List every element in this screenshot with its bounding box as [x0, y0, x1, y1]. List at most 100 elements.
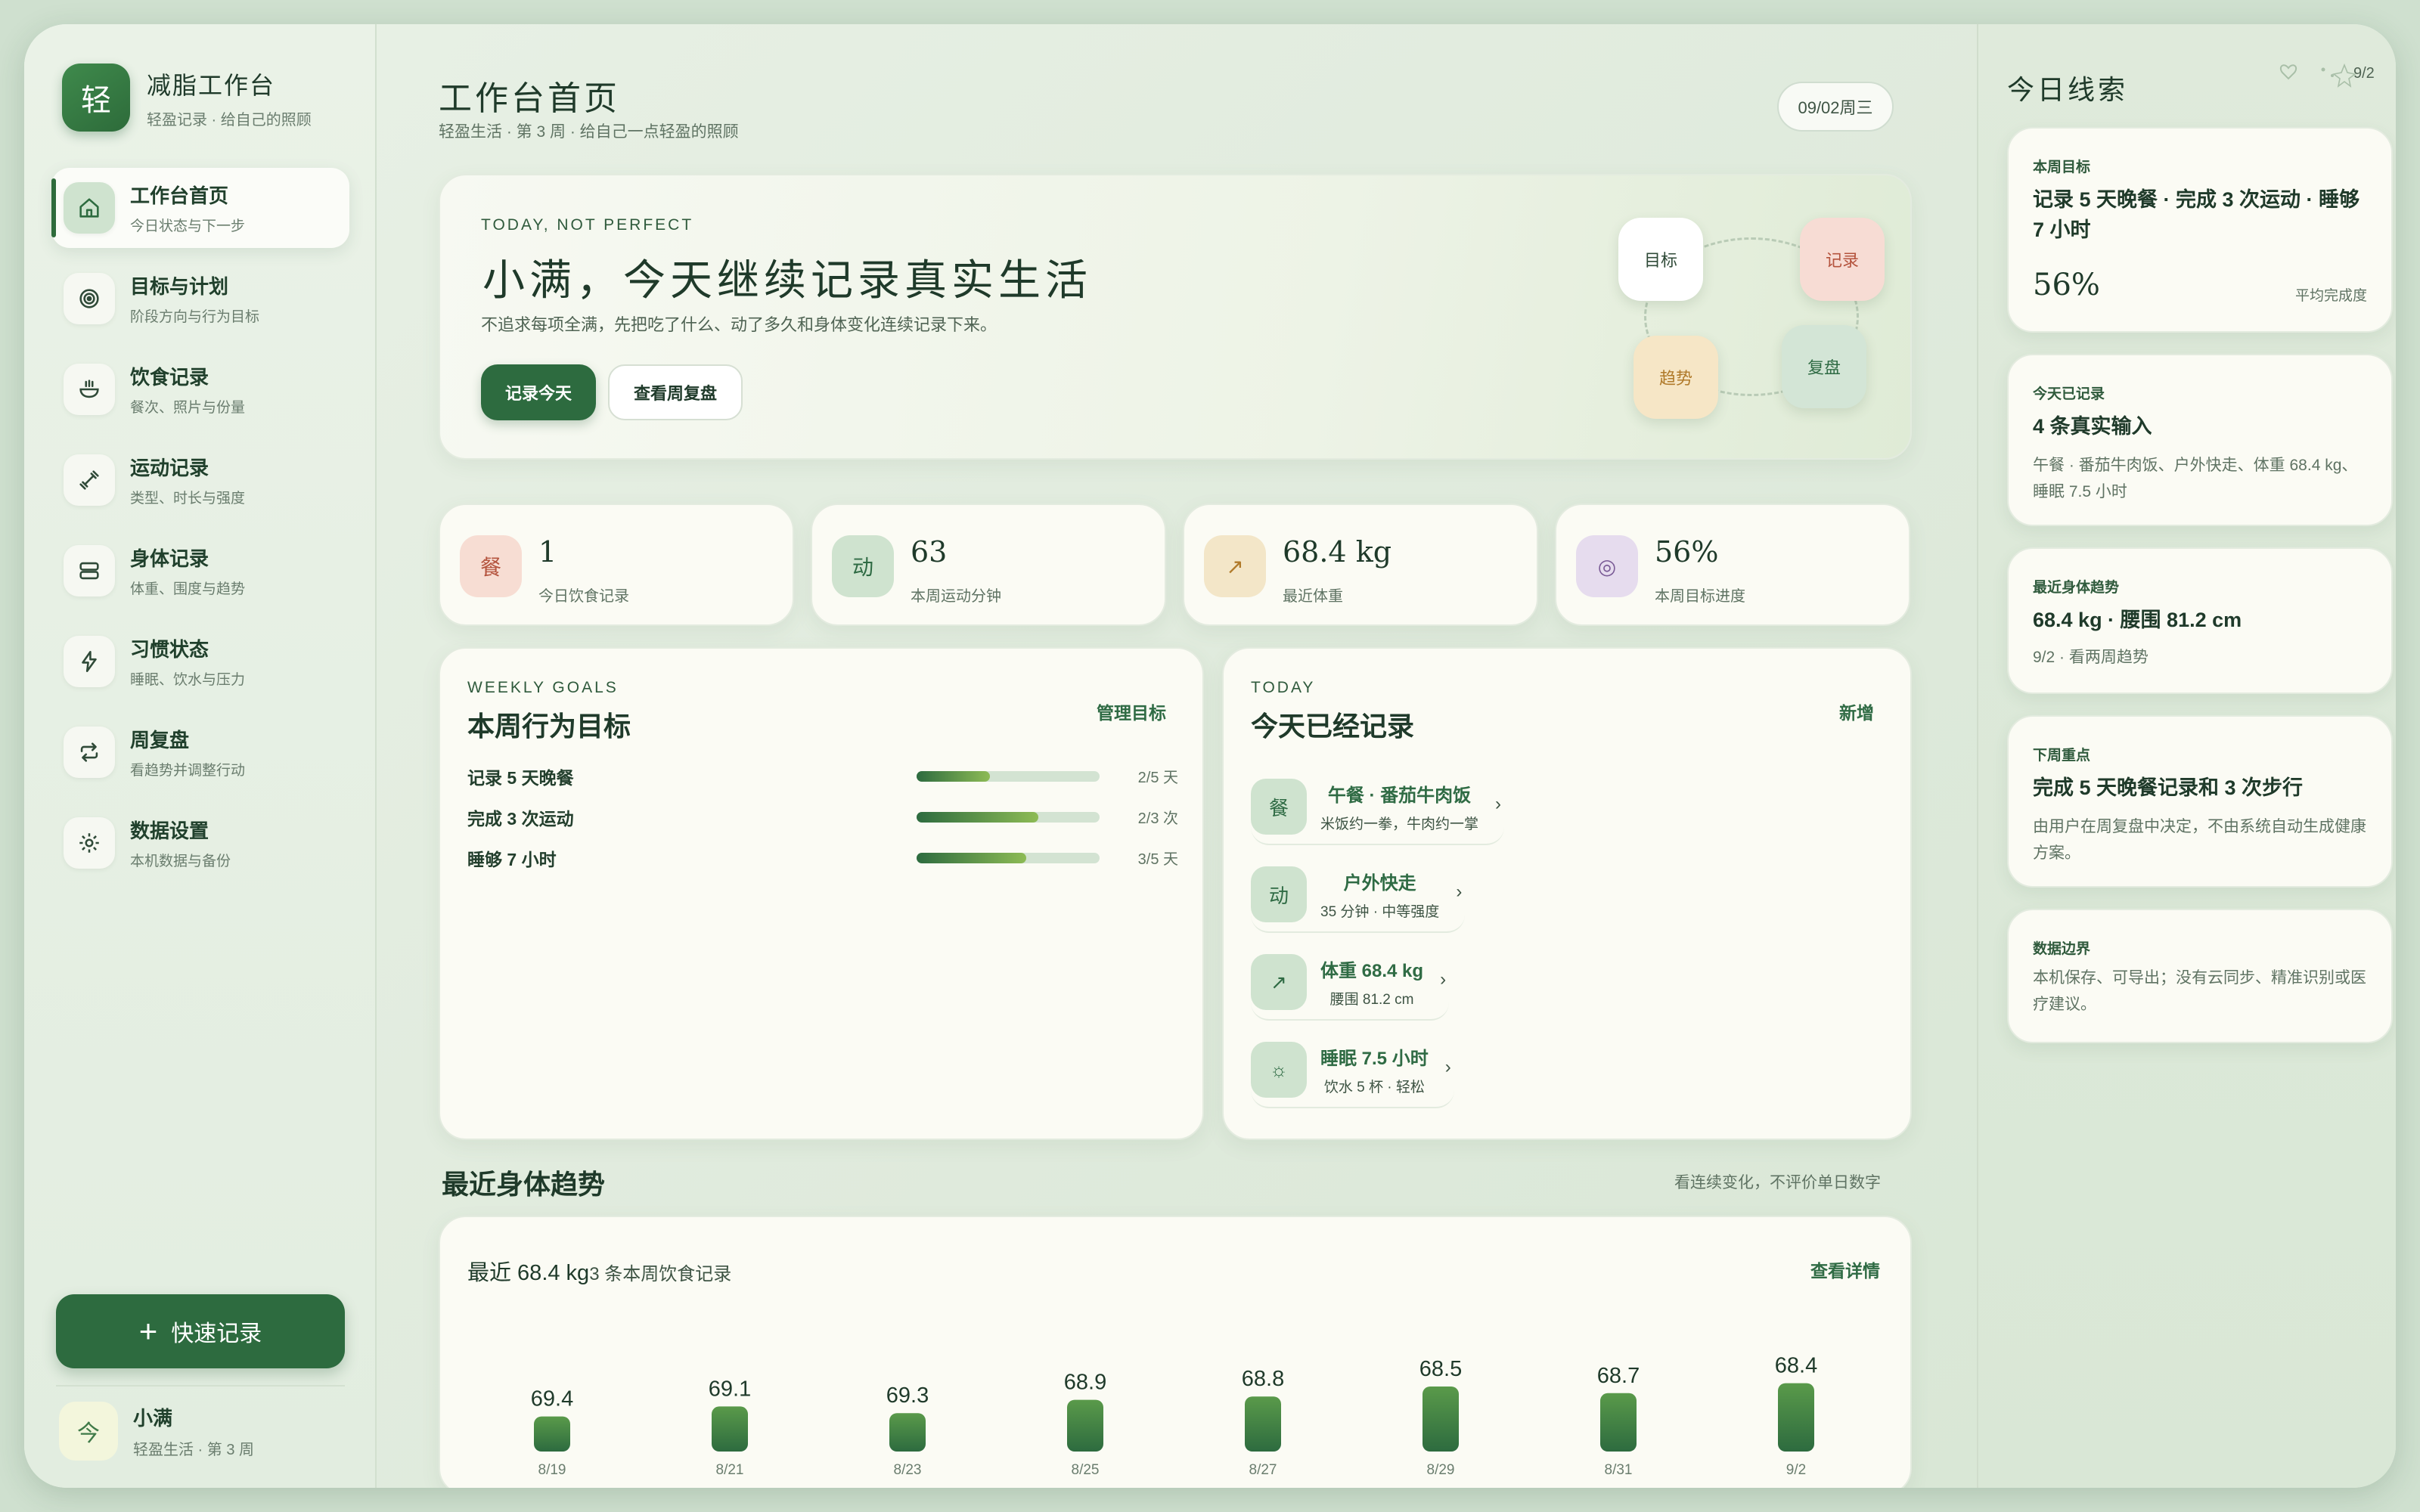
clue-kicker: 本周目标 [2033, 160, 2091, 175]
view-weekly-review-button[interactable]: 查看周复盘 [608, 364, 743, 420]
clue-desc: 本机保存、可导出；没有云同步、精准识别或医疗建议。 [2033, 969, 2366, 1013]
stat-value: 68.4 kg [1283, 535, 1392, 569]
meal-icon: 餐 [460, 535, 522, 597]
clue-main: 记录 5 天晚餐 · 完成 3 次运动 · 睡够 7 小时 [2033, 188, 2360, 241]
sidebar-item-sub: 类型、时长与强度 [130, 491, 246, 507]
quick-record-label: 快速记录 [171, 1321, 262, 1346]
right-panel: 今日线索 9/2 本周目标 记录 5 天晚餐 · 完成 3 次运动 · 睡够 7… [1977, 24, 2396, 1488]
sidebar-item-goals[interactable]: 目标与计划 阶段方向与行为目标 [51, 259, 349, 339]
chart-tick-label: 8/25 [1072, 1462, 1100, 1478]
trend-arrow-icon: ↗ [1204, 535, 1266, 597]
meal-icon: 餐 [1251, 779, 1307, 835]
record-item-weight[interactable]: ↗ 体重 68.4 kg 腰围 81.2 cm › [1251, 945, 1450, 1021]
quick-record-button[interactable]: + 快速记录 [56, 1294, 345, 1368]
sidebar-item-settings[interactable]: 数据设置 本机数据与备份 [51, 803, 349, 883]
record-item-sleep[interactable]: ☼ 睡眠 7.5 小时 饮水 5 杯 · 轻松 › [1251, 1033, 1454, 1108]
today-records-card: TODAY 今天已经记录 新增 餐 午餐 · 番茄牛肉饭 米饭约一拳，牛肉约一掌… [1222, 647, 1912, 1140]
trend-summary-main: 最近 68.4 kg [467, 1261, 590, 1285]
sun-icon: ☼ [1251, 1042, 1307, 1098]
sidebar-item-habits[interactable]: 习惯状态 睡眠、饮水与压力 [51, 621, 349, 702]
goal-count: 3/5 天 [1137, 851, 1178, 868]
record-title: 户外快走 [1343, 873, 1416, 894]
chart-bar[interactable] [712, 1406, 748, 1452]
record-sub: 35 分钟 · 中等强度 [1320, 904, 1440, 920]
home-icon [64, 182, 115, 234]
brand-subtitle: 轻盈记录 · 给自己的照顾 [147, 111, 312, 129]
record-title: 睡眠 7.5 小时 [1320, 1049, 1429, 1069]
chart-bar[interactable] [1600, 1393, 1637, 1452]
date-badge[interactable]: 09/02周三 [1777, 82, 1894, 132]
chart-tick-label: 9/2 [1786, 1462, 1806, 1478]
divider [56, 1385, 345, 1387]
sidebar-item-sub: 睡眠、饮水与压力 [130, 672, 246, 688]
hero-kicker: TODAY, NOT PERFECT [481, 216, 694, 234]
sidebar-item-label: 数据设置 [130, 820, 209, 842]
sidebar-item-weekly-review[interactable]: 周复盘 看趋势并调整行动 [51, 712, 349, 792]
goal-name: 睡够 7 小时 [467, 850, 557, 869]
chart-bar[interactable] [889, 1413, 926, 1452]
stat-card-meals[interactable]: 餐 1 今日饮食记录 [439, 503, 794, 626]
scale-icon [64, 545, 115, 596]
chart-tick-label: 8/29 [1427, 1462, 1455, 1478]
user-profile[interactable]: 今 小满 轻盈生活 · 第 3 周 [59, 1402, 254, 1461]
repeat-icon [64, 727, 115, 778]
chevron-right-icon: › [1440, 969, 1447, 990]
record-today-button[interactable]: 记录今天 [481, 364, 596, 420]
chart-data-label: 68.8 [1242, 1367, 1284, 1391]
record-item-walk[interactable]: 动 户外快走 35 分钟 · 中等强度 › [1251, 857, 1466, 933]
record-item-lunch[interactable]: 餐 午餐 · 番茄牛肉饭 米饭约一拳，牛肉约一掌 › [1251, 770, 1505, 845]
sidebar-item-label: 目标与计划 [130, 275, 229, 298]
chart-data-label: 68.4 [1775, 1354, 1817, 1378]
stat-value: 1 [538, 535, 557, 569]
goal-row: 完成 3 次运动 2/3 次 [467, 800, 1178, 830]
stat-label: 本周目标进度 [1655, 588, 1745, 605]
lightning-icon [64, 636, 115, 687]
sidebar-item-sub: 体重、围度与趋势 [130, 581, 246, 597]
stat-card-progress[interactable]: ◎ 56% 本周目标进度 [1555, 503, 1910, 626]
chart-data-label: 69.3 [886, 1383, 929, 1408]
record-sub: 米饭约一拳，牛肉约一掌 [1320, 816, 1479, 832]
trend-heading: 最近身体趋势 [442, 1169, 606, 1200]
add-record-link[interactable]: 新增 [1839, 699, 1874, 724]
stat-card-weight[interactable]: ↗ 68.4 kg 最近体重 [1183, 503, 1538, 626]
trend-arrow-icon: ↗ [1251, 954, 1307, 1010]
sidebar-item-exercise[interactable]: 运动记录 类型、时长与强度 [51, 440, 349, 520]
view-details-link[interactable]: 查看详情 [1810, 1256, 1880, 1282]
chart-bar[interactable] [1245, 1396, 1281, 1452]
stat-label: 本周运动分钟 [911, 588, 1001, 605]
clue-kicker: 数据边界 [2033, 941, 2091, 957]
clue-card-data-boundary[interactable]: 数据边界 本机保存、可导出；没有云同步、精准识别或医疗建议。 [2007, 909, 2393, 1043]
chevron-right-icon: › [1495, 794, 1502, 814]
sidebar-item-sub: 餐次、照片与份量 [130, 400, 246, 416]
target-icon [64, 273, 115, 324]
chart-data-label: 69.4 [531, 1387, 573, 1411]
sidebar-item-label: 饮食记录 [130, 366, 209, 389]
sidebar-item-label: 运动记录 [130, 457, 209, 479]
chart-bar[interactable] [1778, 1383, 1814, 1452]
user-subtitle: 轻盈生活 · 第 3 周 [133, 1442, 255, 1458]
clue-card-trend[interactable]: 最近身体趋势 68.4 kg · 腰围 81.2 cm 9/2 · 看两周趋势 [2007, 547, 2393, 694]
chart-bar[interactable] [1423, 1387, 1459, 1452]
clue-card-next-week[interactable]: 下周重点 完成 5 天晚餐记录和 3 次步行 由用户在周复盘中决定，不由系统自动… [2007, 715, 2393, 888]
sidebar-item-body[interactable]: 身体记录 体重、围度与趋势 [51, 531, 349, 611]
sidebar-item-home[interactable]: 工作台首页 今日状态与下一步 [51, 168, 349, 248]
chart-bar[interactable] [534, 1416, 570, 1452]
sidebar-item-sub: 本机数据与备份 [130, 854, 231, 869]
hero-card: TODAY, NOT PERFECT 小满，今天继续记录真实生活 不追求每项全满… [439, 174, 1912, 460]
record-sub: 腰围 81.2 cm [1329, 992, 1414, 1008]
chart-bar[interactable] [1067, 1399, 1103, 1452]
weight-bar-chart: 69.4 8/19 69.1 8/21 69.3 8/23 68.9 8/25 68.8 8/27… [531, 1354, 1817, 1478]
avatar: 今 [59, 1402, 118, 1461]
manage-goals-link[interactable]: 管理目标 [1097, 699, 1166, 724]
clue-card-weekly-goal[interactable]: 本周目标 记录 5 天晚餐 · 完成 3 次运动 · 睡够 7 小时 56% 平… [2007, 127, 2393, 333]
sidebar-item-label: 周复盘 [130, 729, 190, 751]
goal-progress-fill [917, 771, 990, 782]
clue-desc: 由用户在周复盘中决定，不由系统自动生成健康方案。 [2033, 818, 2366, 862]
plus-icon: + [138, 1313, 158, 1349]
goal-progress-bar [917, 771, 1100, 782]
sidebar-item-diet[interactable]: 饮食记录 餐次、照片与份量 [51, 349, 349, 429]
stat-card-exercise[interactable]: 动 63 本周运动分钟 [811, 503, 1166, 626]
sidebar-item-label: 工作台首页 [130, 184, 229, 207]
clue-card-today[interactable]: 今天已记录 4 条真实输入 午餐 · 番茄牛肉饭、户外快走、体重 68.4 kg… [2007, 354, 2393, 526]
cycle-node-goal: 目标 [1618, 218, 1703, 301]
